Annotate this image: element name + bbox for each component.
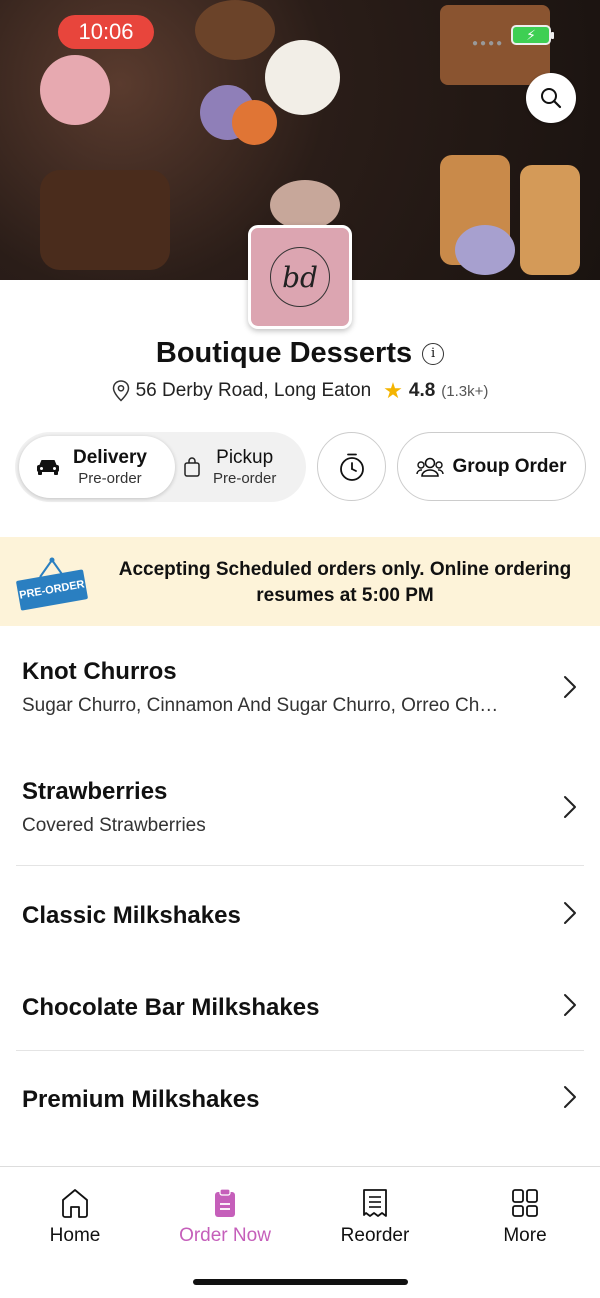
icecream-decoration — [265, 40, 340, 115]
category-title: Classic Milkshakes — [22, 902, 241, 929]
preorder-sign-icon: PRE-ORDER — [15, 557, 89, 611]
shake-decoration — [40, 55, 110, 125]
home-indicator[interactable] — [193, 1279, 408, 1285]
chevron-right-icon — [564, 676, 576, 698]
delivery-label: Delivery — [73, 446, 147, 468]
category-title: Chocolate Bar Milkshakes — [22, 994, 320, 1021]
tab-label: More — [503, 1225, 547, 1246]
status-time: 10:06 — [58, 15, 154, 49]
menu-category-premium-milkshakes[interactable]: Premium Milkshakes — [0, 1051, 600, 1161]
order-mode-toggle: Delivery Pre-order Pickup Pre-order — [15, 432, 306, 502]
store-logo: bd — [248, 225, 352, 329]
shake-decoration — [270, 180, 340, 230]
chevron-right-icon — [564, 994, 576, 1016]
chevron-right-icon — [564, 1086, 576, 1108]
charging-icon: ⚡ — [526, 26, 536, 43]
store-name: Boutique Desserts — [155, 337, 413, 369]
preorder-banner: PRE-ORDER Accepting Scheduled orders onl… — [0, 537, 600, 626]
tab-reorder[interactable]: Reorder — [300, 1187, 450, 1247]
category-subtitle: Sugar Churro, Cinnamon And Sugar Churro,… — [22, 695, 499, 716]
cone-decoration — [520, 165, 580, 275]
logo-monogram: bd — [270, 247, 330, 307]
tab-label: Home — [49, 1225, 101, 1246]
category-title: Knot Churros — [22, 658, 177, 685]
rating-count: (1.3k+) — [441, 382, 489, 400]
tab-label: Order Now — [179, 1225, 271, 1246]
menu-category-knot-churros[interactable]: Knot Churros Sugar Churro, Cinnamon And … — [0, 627, 600, 747]
store-address[interactable]: 56 Derby Road, Long Eaton — [136, 380, 372, 402]
grid-icon — [512, 1189, 538, 1217]
tab-more[interactable]: More — [450, 1187, 600, 1247]
chevron-right-icon — [564, 796, 576, 818]
tab-order-now[interactable]: Order Now — [150, 1187, 300, 1247]
pickup-option[interactable]: Pickup Pre-order — [183, 436, 303, 498]
battery-icon: ⚡ — [511, 25, 554, 45]
group-icon — [416, 457, 445, 477]
category-subtitle: Covered Strawberries — [22, 815, 206, 836]
location-pin-icon — [112, 380, 129, 402]
search-icon — [541, 88, 562, 109]
bag-icon — [184, 457, 200, 477]
icecream-decoration — [195, 0, 275, 60]
store-title-row: Boutique Desserts i — [0, 337, 600, 370]
category-title: Strawberries — [22, 778, 168, 805]
banner-message: Accepting Scheduled orders only. Online … — [118, 559, 572, 606]
group-order-label: Group Order — [452, 455, 567, 477]
pickup-sublabel: Pre-order — [213, 469, 277, 487]
car-icon — [37, 460, 59, 475]
info-icon[interactable]: i — [422, 342, 445, 365]
brownie-decoration — [40, 170, 170, 270]
order-icon — [215, 1188, 235, 1217]
search-button[interactable] — [526, 73, 576, 123]
star-icon: ★ — [383, 378, 403, 403]
chevron-right-icon — [564, 902, 576, 924]
receipt-icon — [363, 1189, 387, 1217]
icecream-decoration — [232, 100, 277, 145]
schedule-button[interactable] — [317, 432, 386, 501]
store-rating: 4.8 — [408, 380, 436, 401]
menu-category-classic-milkshakes[interactable]: Classic Milkshakes — [0, 866, 600, 958]
store-meta: 56 Derby Road, Long Eaton ★ 4.8 (1.3k+) — [0, 378, 600, 404]
icecream-decoration — [455, 225, 515, 275]
delivery-option[interactable]: Delivery Pre-order — [19, 436, 175, 498]
delivery-sublabel: Pre-order — [78, 469, 142, 487]
preorder-tag-label: PRE-ORDER — [15, 569, 89, 611]
category-title: Premium Milkshakes — [22, 1086, 260, 1113]
home-icon — [62, 1189, 88, 1218]
pickup-label: Pickup — [216, 446, 274, 468]
tab-home[interactable]: Home — [0, 1187, 150, 1247]
group-order-button[interactable]: Group Order — [397, 432, 586, 501]
timer-icon — [339, 453, 364, 481]
menu-category-chocolate-bar-milkshakes[interactable]: Chocolate Bar Milkshakes — [0, 958, 600, 1050]
menu-category-strawberries[interactable]: Strawberries Covered Strawberries — [0, 747, 600, 865]
tab-label: Reorder — [340, 1225, 410, 1246]
signal-icon: ●●●● — [472, 38, 505, 49]
